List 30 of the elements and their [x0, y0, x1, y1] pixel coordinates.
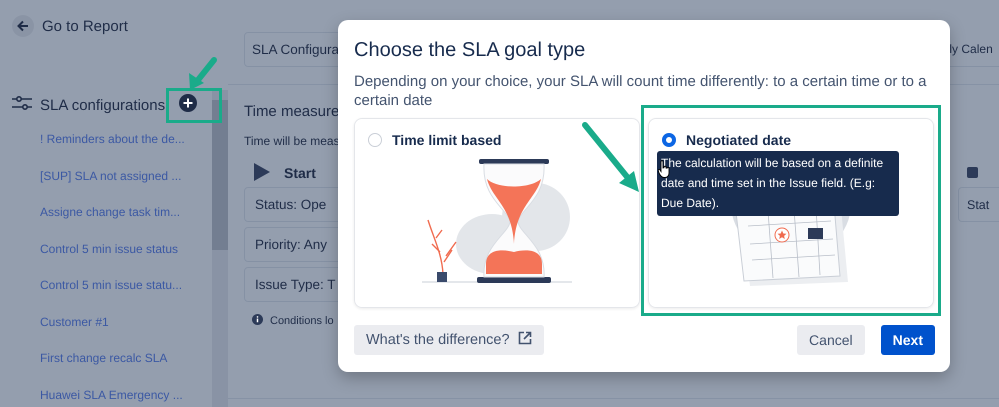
dialog-description: Depending on your choice, your SLA will count time differently: to a certain time or to a certain date [354, 72, 928, 110]
info-icon [252, 314, 263, 325]
option-label: Time limit based [392, 132, 502, 148]
external-link-icon [518, 331, 532, 345]
annotation-arrow [582, 122, 639, 192]
section-hint: Time will be meas [244, 134, 340, 148]
sidebar-title: SLA configurations [40, 96, 166, 114]
dialog-title: Choose the SLA goal type [354, 38, 586, 63]
help-link[interactable]: What's the difference? [354, 325, 544, 355]
add-icon[interactable] [179, 94, 198, 112]
highlight-frame [166, 88, 222, 123]
back-link[interactable]: Go to Report [42, 18, 128, 34]
option-card[interactable]: Time limit based [354, 118, 640, 308]
back-arrow-icon [17, 20, 29, 32]
option-label: Negotiated date [686, 132, 792, 148]
start-label: Start [284, 165, 316, 181]
tooltip: The calculation will be based on a definite date and time set in the Issue field. (E.g: Due Date). [657, 151, 899, 216]
scrollbar-thumb[interactable] [212, 100, 228, 250]
section-title: Time measure [244, 103, 340, 120]
cancel-button[interactable]: Cancel [797, 325, 865, 355]
next-button[interactable]: Next [880, 325, 935, 355]
sliders-icon [12, 96, 32, 110]
radio-button[interactable] [662, 133, 676, 147]
stop-icon [967, 167, 978, 178]
conditions-note: Conditions lo [270, 315, 334, 327]
back-button[interactable] [12, 15, 34, 37]
play-icon [254, 162, 270, 180]
annotation-arrow [189, 57, 217, 90]
scrollbar[interactable] [212, 90, 228, 407]
condition-field[interactable]: Stat [958, 187, 999, 222]
